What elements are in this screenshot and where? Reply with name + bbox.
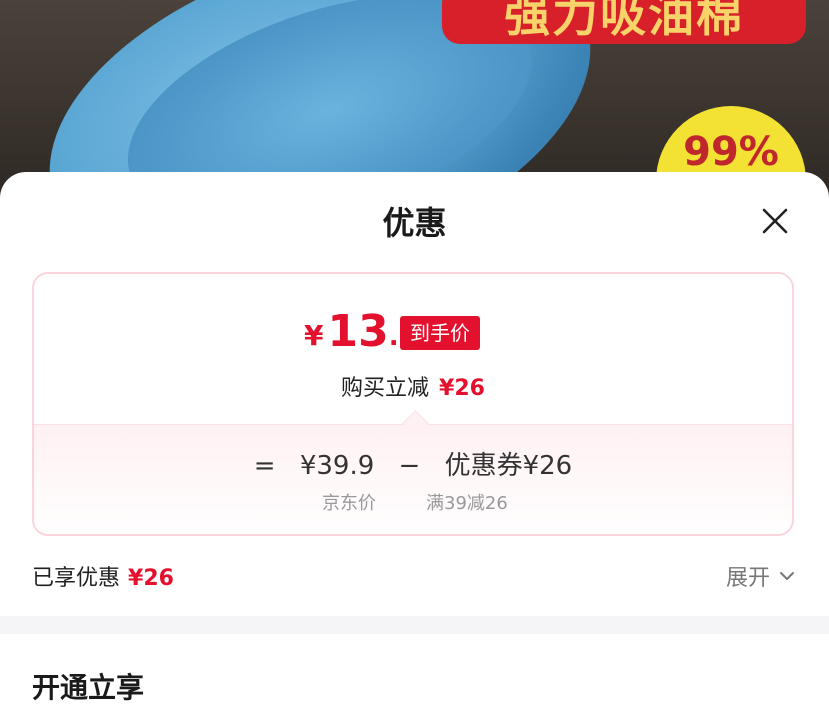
card-formula-section: = ¥39.9 − 优惠券¥26 京东价 满39减26 <box>34 424 792 534</box>
minus-sign: − <box>398 451 421 481</box>
coupon-rule: 满39减26 <box>426 493 508 514</box>
product-banner-text: 强力吸油棉 <box>442 0 806 44</box>
enjoyed-discount: 已享优惠 ¥26 <box>32 560 174 592</box>
currency-symbol: ¥ <box>304 319 324 352</box>
sheet-title: 优惠 <box>382 204 447 242</box>
section-title-membership: 开通立享 <box>32 671 145 704</box>
close-button[interactable] <box>756 202 794 240</box>
chevron-down-icon <box>780 572 795 580</box>
enjoyed-amount: ¥26 <box>128 566 174 591</box>
section-divider <box>0 616 829 634</box>
price-formula: = ¥39.9 − 优惠券¥26 <box>34 445 792 482</box>
expand-button[interactable]: 展开 <box>726 560 796 592</box>
enjoyed-label: 已享优惠 <box>32 566 121 591</box>
close-icon <box>762 208 788 234</box>
price-integer: 13 <box>327 306 389 357</box>
coupon-amount: 优惠券¥26 <box>444 451 573 481</box>
expand-label: 展开 <box>726 566 771 591</box>
jd-price-label: 京东价 <box>322 493 376 514</box>
jd-price: ¥39.9 <box>299 451 375 481</box>
reduction-amount: ¥26 <box>439 376 485 401</box>
equals-sign: = <box>253 451 276 481</box>
reduction-label: 购买立减 <box>341 376 430 401</box>
discount-sheet: 优惠 ¥ 13 .9 到手价 购买立减¥26 = ¥39.9 − 优惠券¥26 <box>0 172 829 717</box>
purchase-reduction: 购买立减 ¥26 <box>34 370 792 402</box>
hand-price-tag: 到手价 <box>400 316 480 350</box>
card-top-section: ¥ 13 .9 到手价 购买立减¥26 <box>34 274 792 424</box>
product-image-backdrop: 强力吸油棉 99% <box>0 0 829 200</box>
price-breakdown-card: ¥ 13 .9 到手价 购买立减¥26 = ¥39.9 − 优惠券¥26 京东价… <box>32 272 794 536</box>
